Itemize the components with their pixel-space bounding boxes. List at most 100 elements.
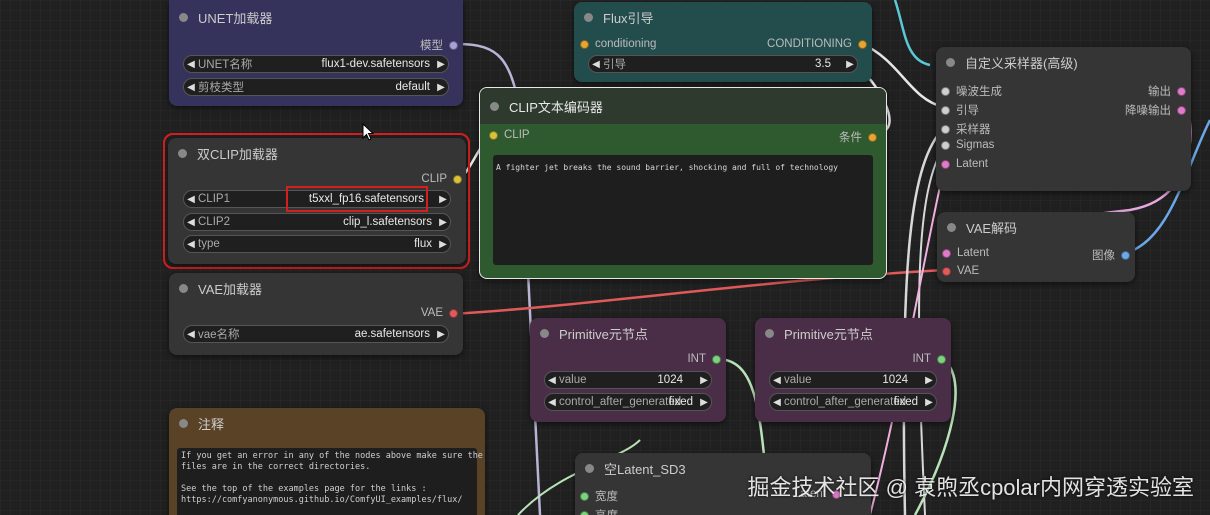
arrow-left-icon[interactable]: ◀ [184,59,198,70]
output-pin-icon[interactable] [1177,105,1186,115]
output-pin-icon[interactable] [858,39,867,49]
arrow-left-icon[interactable]: ◀ [184,217,198,228]
output-image[interactable]: 图像 [1092,247,1130,263]
input-sampler[interactable]: 采样器 [941,121,991,137]
collapse-dot-icon[interactable] [946,57,955,67]
clip-text-encode-node[interactable]: CLIP文本编码器 CLIP 条件 A fighter jet breaks t… [479,87,887,279]
prompt-textarea[interactable]: A fighter jet breaks the sound barrier, … [493,155,873,265]
guidance-widget[interactable]: ◀ 引导 3.5 ▶ [588,55,858,73]
input-pin-icon[interactable] [941,140,950,150]
output-model[interactable]: 模型 [420,37,458,53]
input-latent[interactable]: Latent [941,158,988,170]
note-textarea[interactable]: If you get an error in any of the nodes … [177,448,483,515]
arrow-left-icon[interactable]: ◀ [770,375,784,386]
arrow-left-icon[interactable]: ◀ [589,59,603,70]
input-noise[interactable]: 噪波生成 [941,83,1002,99]
output-int[interactable]: INT [687,353,721,365]
clip2-widget[interactable]: ◀ CLIP2 clip_l.safetensors ▶ [183,213,451,231]
type-widget[interactable]: ◀ type flux ▶ [183,235,451,253]
control-after-generate-widget[interactable]: ◀ control_after_generated fixed ▶ [544,393,712,411]
primitive-node-1[interactable]: Primitive元节点 INT ◀ value 1024 ▶ ◀ contro… [530,318,726,422]
output-conditioning[interactable]: CONDITIONING [767,38,867,50]
input-guider[interactable]: 引导 [941,102,979,118]
arrow-left-icon[interactable]: ◀ [545,375,559,386]
collapse-dot-icon[interactable] [179,418,188,428]
output-output[interactable]: 输出 [1148,83,1186,99]
custom-sampler-node[interactable]: 自定义采样器(高级) 噪波生成 引导 采样器 Sigmas Latent 输出 … [936,47,1191,191]
input-pin-icon[interactable] [941,86,950,96]
collapse-dot-icon[interactable] [585,463,594,473]
arrow-right-icon[interactable]: ▶ [434,59,448,70]
input-pin-icon[interactable] [941,124,950,134]
arrow-right-icon[interactable]: ▶ [922,397,936,408]
value-widget[interactable]: ◀ value 1024 ▶ [544,371,712,389]
input-pin-icon[interactable] [941,159,950,169]
input-vae[interactable]: VAE [942,265,979,277]
arrow-right-icon[interactable]: ▶ [436,194,450,205]
collapse-dot-icon[interactable] [947,222,956,232]
output-label: 条件 [839,132,862,144]
output-pin-icon[interactable] [449,40,458,50]
arrow-left-icon[interactable]: ◀ [184,239,198,250]
control-after-generate-widget[interactable]: ◀ control_after_generated fixed ▶ [769,393,937,411]
output-pin-icon[interactable] [1177,86,1186,96]
input-pin-icon[interactable] [489,130,498,140]
weight-dtype-widget[interactable]: ◀ 剪枝类型 default ▶ [183,78,449,96]
arrow-left-icon[interactable]: ◀ [184,194,198,205]
vae-decode-node[interactable]: VAE解码 Latent VAE 图像 [937,212,1135,282]
arrow-right-icon[interactable]: ▶ [922,375,936,386]
arrow-right-icon[interactable]: ▶ [697,375,711,386]
node-title: Flux引导 [603,10,654,26]
input-conditioning[interactable]: conditioning [580,38,656,50]
vae-name-widget[interactable]: ◀ vae名称 ae.safetensors ▶ [183,325,449,343]
collapse-dot-icon[interactable] [178,148,187,158]
collapse-dot-icon[interactable] [490,101,499,111]
arrow-right-icon[interactable]: ▶ [434,82,448,93]
input-pin-icon[interactable] [580,510,589,515]
primitive-node-2[interactable]: Primitive元节点 INT ◀ value 1024 ▶ ◀ contro… [755,318,951,422]
collapse-dot-icon[interactable] [584,12,593,22]
arrow-right-icon[interactable]: ▶ [434,329,448,340]
input-sigmas[interactable]: Sigmas [941,139,994,151]
node-graph-canvas[interactable]: UNET加载器 模型 ◀ UNET名称 flux1-dev.safetensor… [0,0,1210,515]
output-pin-icon[interactable] [868,132,877,142]
collapse-dot-icon[interactable] [765,328,774,338]
output-conditioning[interactable]: 条件 [839,129,877,145]
unet-loader-node[interactable]: UNET加载器 模型 ◀ UNET名称 flux1-dev.safetensor… [169,0,463,106]
input-height[interactable]: 高度 [580,507,618,515]
arrow-right-icon[interactable]: ▶ [436,217,450,228]
arrow-left-icon[interactable]: ◀ [770,397,784,408]
flux-guidance-node[interactable]: Flux引导 conditioning CONDITIONING ◀ 引导 3.… [574,2,872,82]
value-widget[interactable]: ◀ value 1024 ▶ [769,371,937,389]
input-pin-icon[interactable] [941,105,950,115]
collapse-dot-icon[interactable] [179,283,188,293]
input-latent[interactable]: Latent [942,247,989,259]
output-pin-icon[interactable] [712,354,721,364]
input-pin-icon[interactable] [580,491,589,501]
output-vae[interactable]: VAE [421,307,458,319]
arrow-left-icon[interactable]: ◀ [184,329,198,340]
vae-loader-node[interactable]: VAE加载器 VAE ◀ vae名称 ae.safetensors ▶ [169,273,463,355]
arrow-right-icon[interactable]: ▶ [843,59,857,70]
collapse-dot-icon[interactable] [540,328,549,338]
input-width[interactable]: 宽度 [580,488,618,504]
arrow-left-icon[interactable]: ◀ [545,397,559,408]
collapse-dot-icon[interactable] [179,12,188,22]
output-denoised[interactable]: 降噪输出 [1125,102,1186,118]
output-pin-icon[interactable] [1121,250,1130,260]
output-clip[interactable]: CLIP [421,173,462,185]
widget-label: type [198,238,220,250]
output-pin-icon[interactable] [449,308,458,318]
input-clip[interactable]: CLIP [489,129,530,141]
input-pin-icon[interactable] [580,39,589,49]
arrow-right-icon[interactable]: ▶ [436,239,450,250]
input-pin-icon[interactable] [942,266,951,276]
arrow-right-icon[interactable]: ▶ [697,397,711,408]
output-int[interactable]: INT [912,353,946,365]
output-pin-icon[interactable] [937,354,946,364]
output-pin-icon[interactable] [453,174,462,184]
unet-name-widget[interactable]: ◀ UNET名称 flux1-dev.safetensors ▶ [183,55,449,73]
input-pin-icon[interactable] [942,248,951,258]
arrow-left-icon[interactable]: ◀ [184,82,198,93]
note-node[interactable]: 注释 If you get an error in any of the nod… [169,408,485,515]
